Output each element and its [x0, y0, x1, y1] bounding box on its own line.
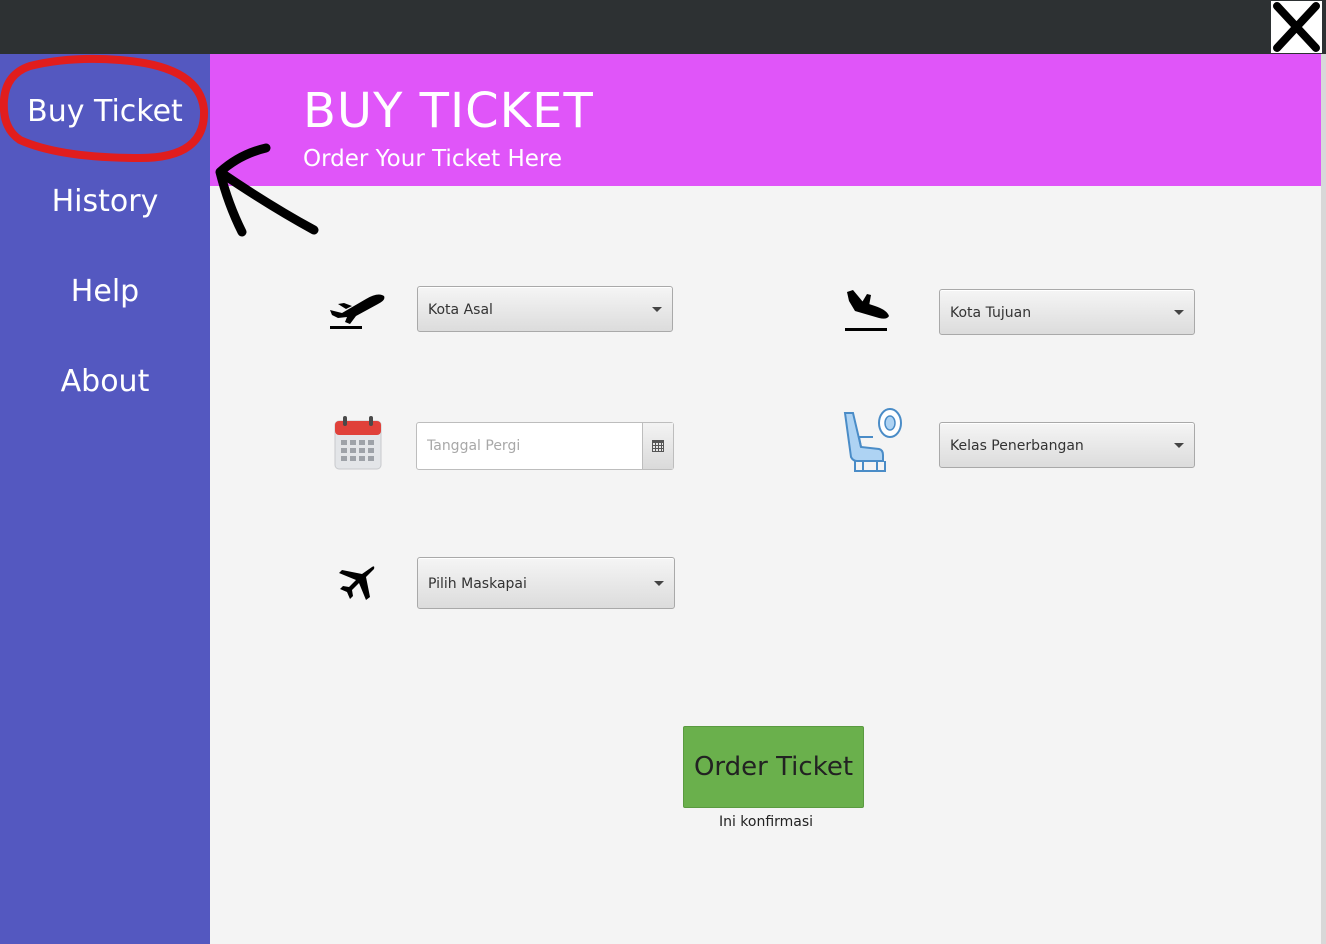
annotation-overlay: [0, 54, 319, 237]
annotation-circle: [0, 54, 209, 162]
annotation-arrow: [215, 143, 319, 237]
